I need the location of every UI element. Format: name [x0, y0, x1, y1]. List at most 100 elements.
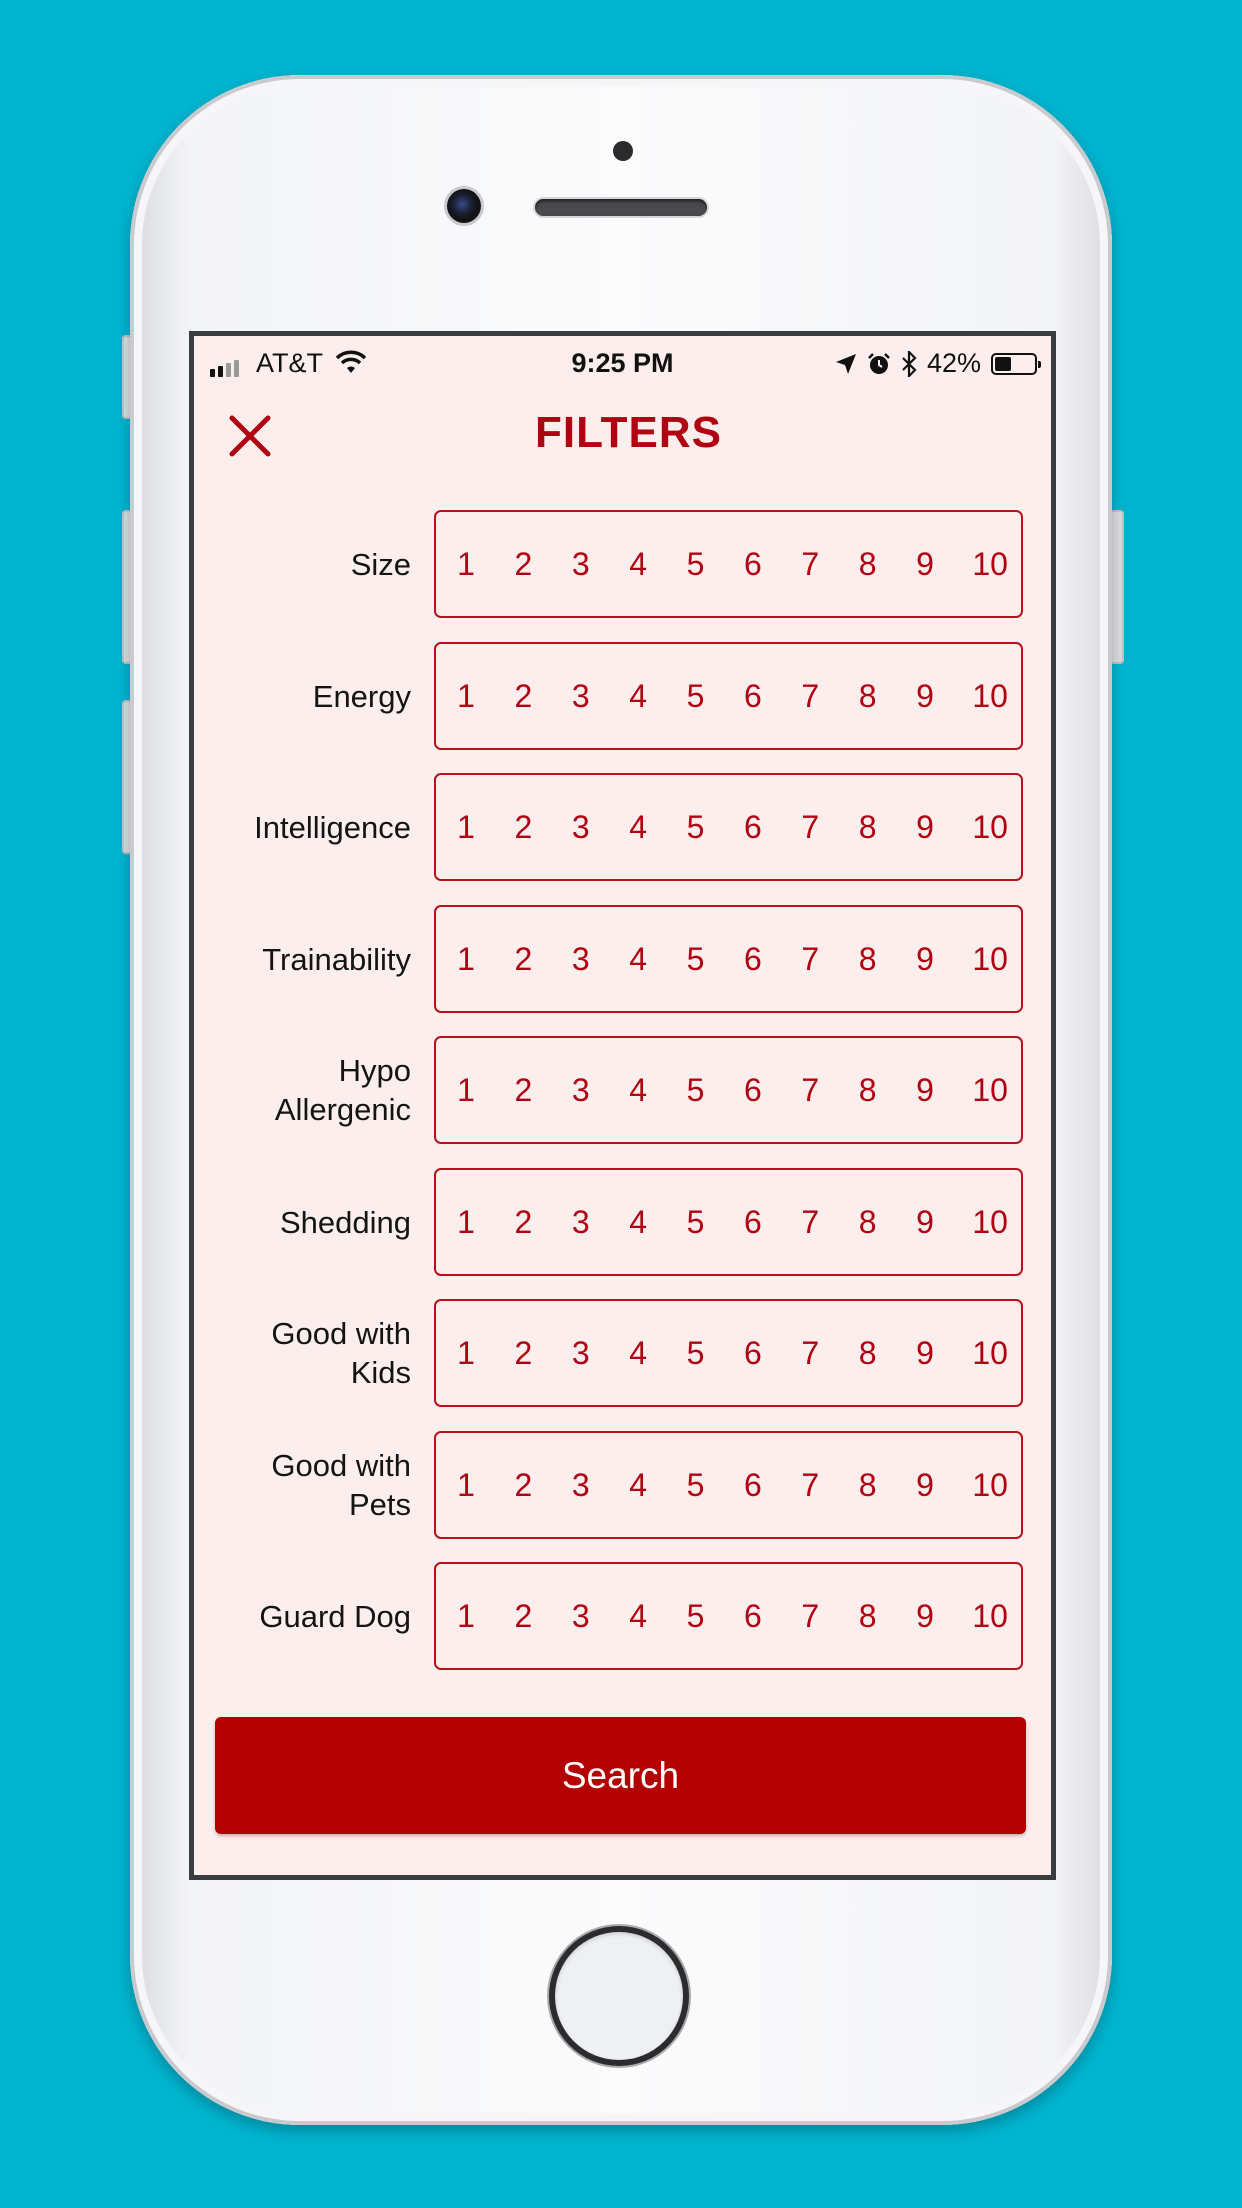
rating-option[interactable]: 6 [743, 678, 763, 715]
rating-option[interactable]: 1 [456, 809, 476, 846]
rating-option[interactable]: 10 [972, 678, 1008, 715]
rating-option[interactable]: 4 [628, 809, 648, 846]
rating-option[interactable]: 10 [972, 941, 1008, 978]
filter-row: Size 1 2 3 4 5 6 7 8 9 10 [194, 510, 1051, 618]
rating-option[interactable]: 4 [628, 1467, 648, 1504]
rating-option[interactable]: 1 [456, 1467, 476, 1504]
rating-option[interactable]: 9 [915, 1204, 935, 1241]
rating-option[interactable]: 7 [800, 1335, 820, 1372]
filter-label: Good with Pets [271, 1448, 411, 1522]
page-title: FILTERS [534, 408, 723, 457]
rating-option[interactable]: 7 [800, 1467, 820, 1504]
rating-option[interactable]: 2 [513, 1072, 533, 1109]
rating-option[interactable]: 2 [513, 1598, 533, 1635]
rating-option[interactable]: 5 [686, 1072, 706, 1109]
rating-option[interactable]: 2 [513, 1335, 533, 1372]
rating-option[interactable]: 5 [686, 1335, 706, 1372]
rating-option[interactable]: 7 [800, 546, 820, 583]
stage: AT&T 9:25 PM 42% FILTERS Size 1 2 3 4 5 … [0, 0, 1242, 2208]
rating-option[interactable]: 2 [513, 941, 533, 978]
rating-option[interactable]: 8 [858, 1467, 878, 1504]
rating-option[interactable]: 3 [571, 1204, 591, 1241]
rating-option[interactable]: 8 [858, 809, 878, 846]
rating-option[interactable]: 3 [571, 941, 591, 978]
rating-option[interactable]: 1 [456, 1335, 476, 1372]
rating-option[interactable]: 2 [513, 1204, 533, 1241]
rating-option[interactable]: 1 [456, 546, 476, 583]
rating-option[interactable]: 5 [686, 546, 706, 583]
rating-option[interactable]: 4 [628, 546, 648, 583]
rating-option[interactable]: 3 [571, 546, 591, 583]
rating-option[interactable]: 10 [972, 809, 1008, 846]
rating-option[interactable]: 4 [628, 1598, 648, 1635]
rating-option[interactable]: 6 [743, 1467, 763, 1504]
rating-option[interactable]: 9 [915, 1467, 935, 1504]
rating-option[interactable]: 6 [743, 1335, 763, 1372]
rating-option[interactable]: 4 [628, 1204, 648, 1241]
rating-option[interactable]: 9 [915, 1072, 935, 1109]
bluetooth-icon [902, 350, 917, 377]
rating-option[interactable]: 5 [686, 809, 706, 846]
home-button[interactable] [555, 1932, 683, 2060]
rating-option[interactable]: 4 [628, 941, 648, 978]
rating-option[interactable]: 8 [858, 941, 878, 978]
rating-option[interactable]: 1 [456, 678, 476, 715]
rating-option[interactable]: 10 [972, 1072, 1008, 1109]
rating-option[interactable]: 10 [972, 1598, 1008, 1635]
rating-option[interactable]: 1 [456, 941, 476, 978]
rating-option[interactable]: 3 [571, 809, 591, 846]
rating-option[interactable]: 10 [972, 1335, 1008, 1372]
rating-option[interactable]: 5 [686, 941, 706, 978]
rating-option[interactable]: 8 [858, 1072, 878, 1109]
rating-option[interactable]: 1 [456, 1072, 476, 1109]
rating-option[interactable]: 6 [743, 1072, 763, 1109]
rating-option[interactable]: 3 [571, 1072, 591, 1109]
rating-option[interactable]: 4 [628, 1072, 648, 1109]
rating-option[interactable]: 7 [800, 678, 820, 715]
rating-option[interactable]: 6 [743, 1204, 763, 1241]
rating-option[interactable]: 9 [915, 678, 935, 715]
rating-option[interactable]: 7 [800, 1072, 820, 1109]
rating-option[interactable]: 8 [858, 678, 878, 715]
rating-option[interactable]: 2 [513, 678, 533, 715]
rating-option[interactable]: 6 [743, 546, 763, 583]
rating-option[interactable]: 4 [628, 678, 648, 715]
rating-option[interactable]: 7 [800, 809, 820, 846]
rating-option[interactable]: 5 [686, 678, 706, 715]
rating-option[interactable]: 9 [915, 1335, 935, 1372]
rating-option[interactable]: 1 [456, 1204, 476, 1241]
rating-option[interactable]: 8 [858, 1204, 878, 1241]
search-button[interactable]: Search [215, 1717, 1026, 1834]
rating-option[interactable]: 8 [858, 1598, 878, 1635]
rating-option[interactable]: 4 [628, 1335, 648, 1372]
rating-option[interactable]: 7 [800, 1598, 820, 1635]
rating-option[interactable]: 7 [800, 1204, 820, 1241]
rating-option[interactable]: 3 [571, 1335, 591, 1372]
rating-option[interactable]: 9 [915, 809, 935, 846]
rating-option[interactable]: 5 [686, 1598, 706, 1635]
rating-option[interactable]: 5 [686, 1467, 706, 1504]
rating-option[interactable]: 5 [686, 1204, 706, 1241]
rating-option[interactable]: 9 [915, 1598, 935, 1635]
rating-option[interactable]: 3 [571, 1467, 591, 1504]
rating-option[interactable]: 10 [972, 1204, 1008, 1241]
rating-option[interactable]: 2 [513, 1467, 533, 1504]
rating-option[interactable]: 8 [858, 1335, 878, 1372]
rating-option[interactable]: 3 [571, 1598, 591, 1635]
rating-option[interactable]: 10 [972, 1467, 1008, 1504]
rating-option[interactable]: 7 [800, 941, 820, 978]
rating-option[interactable]: 9 [915, 941, 935, 978]
filter-row: Intelligence 1 2 3 4 5 6 7 8 9 10 [194, 773, 1051, 881]
rating-option[interactable]: 2 [513, 546, 533, 583]
rating-option[interactable]: 8 [858, 546, 878, 583]
proximity-sensor [613, 141, 633, 161]
rating-option[interactable]: 3 [571, 678, 591, 715]
rating-option[interactable]: 9 [915, 546, 935, 583]
rating-option[interactable]: 6 [743, 809, 763, 846]
rating-option[interactable]: 2 [513, 809, 533, 846]
rating-option[interactable]: 1 [456, 1598, 476, 1635]
rating-option[interactable]: 6 [743, 941, 763, 978]
filter-row: Hypo Allergenic 1 2 3 4 5 6 7 8 9 10 [194, 1036, 1051, 1144]
rating-option[interactable]: 6 [743, 1598, 763, 1635]
rating-option[interactable]: 10 [972, 546, 1008, 583]
